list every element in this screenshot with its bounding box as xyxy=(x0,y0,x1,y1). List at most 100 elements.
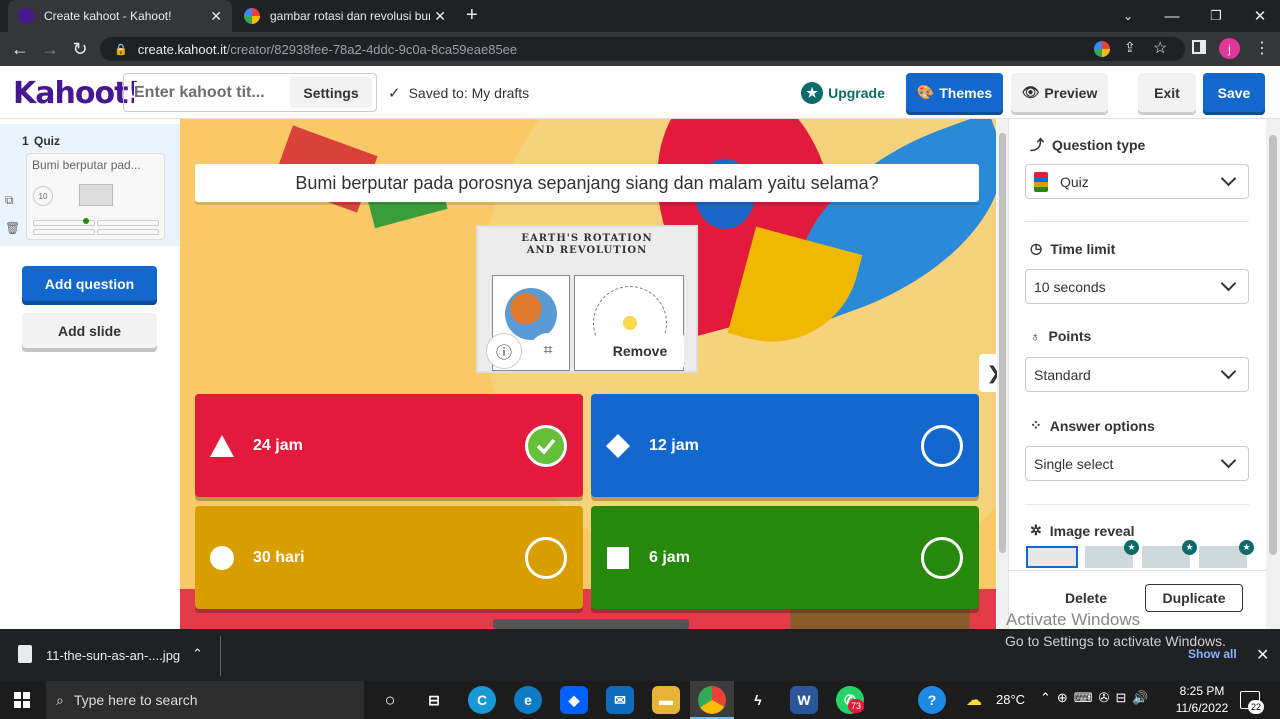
winamp-icon[interactable]: ϟ xyxy=(744,686,772,714)
answer-option-4[interactable]: 6 jam xyxy=(591,506,979,609)
chevron-up-icon[interactable]: ⌃ xyxy=(192,646,203,662)
google-lens-icon[interactable] xyxy=(1094,41,1110,57)
question-type-value: Quiz xyxy=(1060,173,1089,190)
chrome-icon[interactable] xyxy=(698,686,726,714)
browser-tab-google[interactable]: gambar rotasi dan revolusi bumi ✕ xyxy=(234,0,456,32)
clock-time[interactable]: 8:25 PM xyxy=(1178,684,1226,698)
mail-icon[interactable]: ✉ xyxy=(606,686,634,714)
info-icon[interactable]: ⓘ xyxy=(486,333,522,369)
question-type-select[interactable]: Quiz xyxy=(1025,164,1249,199)
delete-button[interactable]: Delete xyxy=(1050,584,1122,612)
show-all-link[interactable]: Show all xyxy=(1188,647,1237,661)
scrollbar-thumb[interactable] xyxy=(999,133,1006,553)
tab-search-icon[interactable]: ⌄ xyxy=(1106,0,1150,32)
slide-number: 1 xyxy=(22,134,29,148)
image-reveal-heading: ✲ Image reveal xyxy=(1030,522,1135,539)
chrome-menu-icon[interactable]: ⋮ xyxy=(1254,38,1270,58)
preview-button[interactable]: 👁 Preview xyxy=(1011,73,1108,112)
close-window-icon[interactable]: ✕ xyxy=(1238,0,1280,32)
browser-tab-kahoot[interactable]: Create kahoot - Kahoot! ✕ xyxy=(8,0,232,32)
answer-option-1[interactable]: 24 jam xyxy=(195,394,583,497)
checkmark-icon: ✓ xyxy=(388,85,401,102)
slide-thumbnail[interactable]: Bumi berputar pad... 10 xyxy=(26,153,165,240)
add-question-button[interactable]: Add question xyxy=(22,266,157,301)
bookmark-star-icon[interactable]: ☆ xyxy=(1153,38,1167,58)
help-icon[interactable]: ? xyxy=(918,686,946,714)
share-icon[interactable]: ⇪ xyxy=(1124,39,1136,56)
answer-options-select[interactable]: Single select xyxy=(1025,446,1249,481)
cortana-icon[interactable]: ○ xyxy=(376,686,404,714)
mark-correct-toggle[interactable] xyxy=(921,536,963,579)
mark-correct-toggle[interactable] xyxy=(921,424,963,467)
new-tab-icon[interactable]: + xyxy=(466,4,478,27)
settings-button[interactable]: Settings xyxy=(290,77,372,108)
clock-date[interactable]: 11/6/2022 xyxy=(1172,701,1232,715)
reload-icon[interactable]: ↻ xyxy=(66,32,94,66)
edge-icon[interactable]: e xyxy=(514,686,542,714)
quiz-icon xyxy=(1034,171,1048,192)
page-scrollbar[interactable] xyxy=(1266,119,1280,629)
answer-option-3[interactable]: 30 hari xyxy=(195,506,583,609)
side-panel-icon[interactable] xyxy=(1192,40,1206,54)
delete-slide-icon[interactable]: 🗑 xyxy=(5,221,20,235)
duplicate-slide-icon[interactable]: ⧉ xyxy=(5,193,14,208)
close-tab-icon[interactable]: ✕ xyxy=(434,8,446,25)
slide-type: Quiz xyxy=(34,134,60,148)
system-tray-icons[interactable]: ⌃⊕⌨✇⊟🔊 xyxy=(1040,690,1155,706)
add-slide-button[interactable]: Add slide xyxy=(22,313,157,348)
square-icon xyxy=(607,546,629,569)
task-view-icon[interactable]: ⊟ xyxy=(420,686,448,714)
question-image[interactable]: Earth's Rotation and Revolution ⓘ ⌗ Remo… xyxy=(476,225,698,373)
chevron-down-icon xyxy=(1220,275,1237,292)
google-favicon-icon xyxy=(244,8,260,24)
saved-status: ✓ Saved to: My drafts xyxy=(388,84,529,102)
taskbar-search-box[interactable]: ⌕ Type here to search xyxy=(46,681,364,719)
file-icon xyxy=(18,645,32,663)
crop-icon[interactable]: ⌗ xyxy=(530,333,566,369)
close-tab-icon[interactable]: ✕ xyxy=(210,8,222,25)
remove-image-button[interactable]: Remove xyxy=(596,333,684,369)
preview-label: Preview xyxy=(1044,84,1098,101)
slide-preview-text: Bumi berputar pad... xyxy=(32,158,141,172)
cortana-app-icon[interactable]: C xyxy=(468,686,496,714)
time-limit-select[interactable]: 10 seconds xyxy=(1025,269,1249,304)
notification-count: 22 xyxy=(1248,700,1264,714)
chevron-down-icon xyxy=(1220,170,1237,187)
word-icon[interactable]: W xyxy=(790,686,818,714)
temperature[interactable]: 28°C xyxy=(996,692,1025,707)
mark-correct-toggle[interactable] xyxy=(525,536,567,579)
save-button[interactable]: Save xyxy=(1203,73,1265,112)
reveal-option-none[interactable] xyxy=(1026,546,1078,568)
correct-dot-icon xyxy=(83,218,89,224)
weather-icon[interactable]: ☁ xyxy=(966,690,982,710)
kahoot-title-input[interactable] xyxy=(134,82,284,104)
windows-start-icon[interactable] xyxy=(14,692,30,708)
forward-icon[interactable]: → xyxy=(36,32,64,66)
url-bar[interactable]: 🔒 create.kahoot.it/creator/82938fee-78a2… xyxy=(100,37,1185,61)
correct-answer-check-icon[interactable] xyxy=(525,424,567,467)
close-downloads-icon[interactable]: ✕ xyxy=(1256,645,1269,665)
kahoot-logo[interactable]: Kahoot! xyxy=(13,76,141,111)
duplicate-button[interactable]: Duplicate xyxy=(1145,584,1243,612)
minimize-icon[interactable]: — xyxy=(1150,0,1194,32)
back-icon[interactable]: ← xyxy=(6,32,34,66)
restore-icon[interactable]: ❐ xyxy=(1194,0,1238,32)
canvas-scrollbar[interactable] xyxy=(493,619,689,629)
points-select[interactable]: Standard xyxy=(1025,357,1249,392)
search-placeholder: Type here to search xyxy=(73,692,198,708)
profile-avatar[interactable]: j xyxy=(1219,38,1240,59)
canvas-vertical-scrollbar[interactable] xyxy=(997,119,1008,629)
dropbox-icon[interactable]: ◆ xyxy=(560,686,588,714)
upgrade-button[interactable]: ★ Upgrade xyxy=(793,73,893,112)
file-explorer-icon[interactable]: ▬ xyxy=(652,686,680,714)
question-text-field[interactable]: Bumi berputar pada porosnya sepanjang si… xyxy=(195,164,979,202)
checkmark-icon xyxy=(536,438,556,455)
points-heading: ♁ Points xyxy=(1030,328,1091,344)
tab-title: Create kahoot - Kahoot! xyxy=(44,9,172,23)
points-value: Standard xyxy=(1034,366,1091,383)
scrollbar-thumb[interactable] xyxy=(1269,135,1277,555)
themes-button[interactable]: 🎨 Themes xyxy=(906,73,1003,112)
exit-button[interactable]: Exit xyxy=(1138,73,1196,112)
answer-option-2[interactable]: 12 jam xyxy=(591,394,979,497)
download-filename[interactable]: 11-the-sun-as-an-....jpg xyxy=(46,648,180,663)
